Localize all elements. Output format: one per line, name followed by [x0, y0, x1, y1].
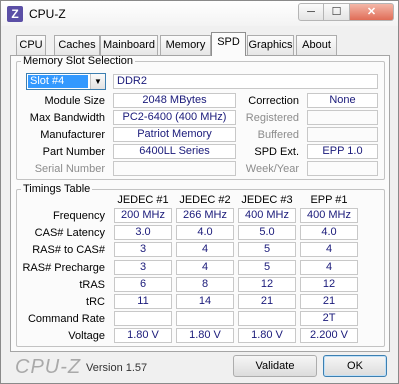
timings-cell: 21 [300, 294, 358, 309]
cpuz-app-icon: Z [7, 6, 23, 22]
serial-number-value [113, 161, 236, 176]
tab-cpu[interactable]: CPU [16, 35, 46, 55]
chevron-down-icon[interactable]: ▼ [90, 74, 105, 89]
correction-label: Correction [248, 95, 299, 107]
slot-select-value: Slot #4 [28, 75, 88, 88]
cpuz-window: Z CPU-Z ─ ☐ ✕ CPU Caches Mainboard Memor… [0, 0, 399, 384]
manufacturer-value: Patriot Memory [113, 127, 236, 142]
tab-spd[interactable]: SPD [211, 32, 246, 56]
timings-cell: 5.0 [238, 225, 296, 240]
timings-column-header: JEDEC #2 [179, 194, 231, 206]
version-text: Version 1.57 [86, 362, 148, 374]
tab-caches[interactable]: Caches [54, 35, 100, 55]
timings-row-label: tRC [86, 296, 105, 308]
timings-cell: 400 MHz [238, 208, 296, 223]
registered-value [307, 110, 378, 125]
timings-cell: 4.0 [176, 225, 234, 240]
minimize-button[interactable]: ─ [298, 3, 324, 21]
max-bandwidth-label: Max Bandwidth [29, 112, 105, 124]
timings-row-label: Frequency [53, 210, 105, 222]
timings-cell: 12 [300, 277, 358, 292]
timings-cell: 4.0 [300, 225, 358, 240]
timings-cell: 1.80 V [114, 328, 172, 343]
ok-button[interactable]: OK [323, 355, 387, 377]
timings-column-header: EPP #1 [310, 194, 348, 206]
memory-slot-selection-legend: Memory Slot Selection [23, 55, 134, 67]
timings-cell: 200 MHz [114, 208, 172, 223]
timings-cell: 21 [238, 294, 296, 309]
memory-type-value: DDR2 [113, 74, 378, 89]
buffered-label: Buffered [257, 129, 299, 141]
registered-label: Registered [245, 112, 299, 124]
timings-cell: 6 [114, 277, 172, 292]
module-size-value: 2048 MBytes [113, 93, 236, 108]
window-title: CPU-Z [29, 7, 66, 21]
spd-ext-value: EPP 1.0 [307, 144, 378, 159]
timings-cell: 3 [114, 260, 172, 275]
tab-mainboard[interactable]: Mainboard [100, 35, 158, 55]
timings-row-label: Command Rate [27, 313, 105, 325]
maximize-button[interactable]: ☐ [324, 3, 350, 21]
timings-cell: 1.80 V [238, 328, 296, 343]
manufacturer-label: Manufacturer [40, 129, 105, 141]
part-number-value: 6400LL Series [113, 144, 236, 159]
timings-cell: 2T [300, 311, 358, 326]
timings-cell: 4 [176, 260, 234, 275]
timings-cell: 3.0 [114, 225, 172, 240]
timings-cell: 8 [176, 277, 234, 292]
validate-button[interactable]: Validate [233, 355, 317, 377]
timings-cell: 11 [114, 294, 172, 309]
week-year-value [307, 161, 378, 176]
timings-cell: 5 [238, 242, 296, 257]
timings-cell: 14 [176, 294, 234, 309]
timings-cell: 4 [176, 242, 234, 257]
slot-select[interactable]: Slot #4 ▼ [26, 73, 106, 90]
timings-row-label: RAS# Precharge [22, 262, 105, 274]
tab-graphics[interactable]: Graphics [247, 35, 294, 55]
max-bandwidth-value: PC2-6400 (400 MHz) [113, 110, 236, 125]
part-number-label: Part Number [42, 146, 105, 158]
timings-row-label: RAS# to CAS# [32, 244, 105, 256]
title-bar[interactable]: Z CPU-Z ─ ☐ ✕ [1, 1, 398, 26]
tab-memory[interactable]: Memory [160, 35, 211, 55]
timings-table-legend: Timings Table [23, 183, 91, 195]
correction-value: None [307, 93, 378, 108]
timings-row-label: CAS# Latency [34, 227, 105, 239]
timings-cell: 4 [300, 242, 358, 257]
timings-row-label: tRAS [79, 279, 105, 291]
timings-cell: 266 MHz [176, 208, 234, 223]
timings-cell: 2.200 V [300, 328, 358, 343]
timings-cell [114, 311, 172, 326]
timings-cell [238, 311, 296, 326]
timings-cell: 1.80 V [176, 328, 234, 343]
timings-cell: 4 [300, 260, 358, 275]
close-button[interactable]: ✕ [350, 3, 394, 21]
spd-ext-label: SPD Ext. [254, 146, 299, 158]
timings-cell: 12 [238, 277, 296, 292]
footer-bar: CPU-Z Version 1.57 Validate OK [1, 353, 398, 383]
timings-row-label: Voltage [68, 330, 105, 342]
timings-cell: 400 MHz [300, 208, 358, 223]
timings-column-header: JEDEC #3 [241, 194, 293, 206]
week-year-label: Week/Year [245, 163, 299, 175]
buffered-value [307, 127, 378, 142]
module-size-label: Module Size [44, 95, 105, 107]
timings-cell [176, 311, 234, 326]
timings-cell: 5 [238, 260, 296, 275]
timings-cell: 3 [114, 242, 172, 257]
tab-about[interactable]: About [296, 35, 337, 55]
timings-column-header: JEDEC #1 [117, 194, 169, 206]
cpuz-logo: CPU-Z [15, 356, 82, 378]
serial-number-label: Serial Number [34, 163, 105, 175]
